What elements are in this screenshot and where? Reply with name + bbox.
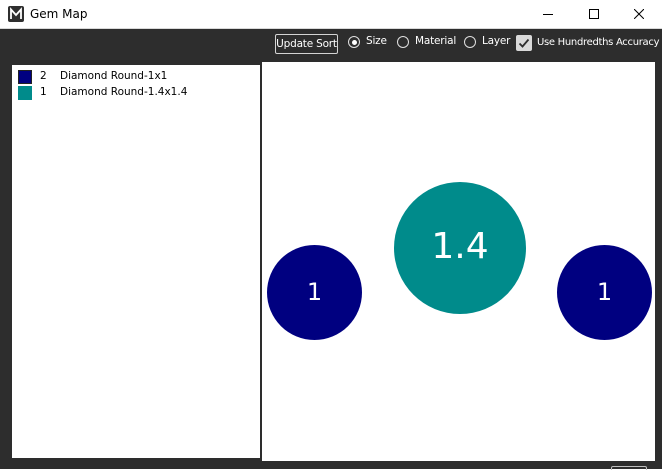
legend-name: Diamond Round-1x1 [60,70,168,82]
maximize-icon [589,9,599,19]
legend-item[interactable]: 1 Diamond Round-1.4x1.4 [18,86,248,100]
radio-indicator-size[interactable] [348,36,360,48]
maximize-button[interactable] [571,0,617,29]
legend-swatch [18,86,32,100]
gem-map-canvas[interactable]: 1 1.4 1 [262,62,655,461]
sort-size-label: Size [366,35,387,47]
close-button[interactable] [616,0,662,29]
hundredths-accuracy-label: Use Hundredths Accuracy [537,37,660,48]
close-icon [634,9,644,19]
minimize-icon [543,14,553,15]
hundredths-accuracy-checkbox[interactable] [516,35,532,51]
gem-circle[interactable]: 1.4 [394,182,526,314]
title-bar: Gem Map [0,0,662,29]
app-logo-icon [8,6,24,22]
window-title: Gem Map [30,7,88,21]
legend-panel: 2 Diamond Round-1x1 1 Diamond Round-1.4x… [11,64,261,459]
update-sort-button[interactable]: Update Sort [275,34,338,54]
legend-name: Diamond Round-1.4x1.4 [60,86,188,98]
resize-grip[interactable] [611,466,647,470]
radio-indicator-material[interactable] [397,36,409,48]
sort-material-label: Material [415,35,457,47]
legend-count: 2 [40,70,47,82]
minimize-button[interactable] [525,0,571,29]
legend-item[interactable]: 2 Diamond Round-1x1 [18,70,248,84]
legend-count: 1 [40,86,47,98]
gem-circle[interactable]: 1 [557,245,652,340]
sort-layer-label: Layer [482,35,511,47]
legend-swatch [18,70,32,84]
sort-material-radio[interactable]: Material [397,35,457,52]
sort-layer-radio[interactable]: Layer [464,35,511,52]
radio-indicator-layer[interactable] [464,36,476,48]
gem-circle[interactable]: 1 [267,245,362,340]
sort-size-radio[interactable]: Size [348,35,388,52]
checkmark-icon [518,38,530,48]
